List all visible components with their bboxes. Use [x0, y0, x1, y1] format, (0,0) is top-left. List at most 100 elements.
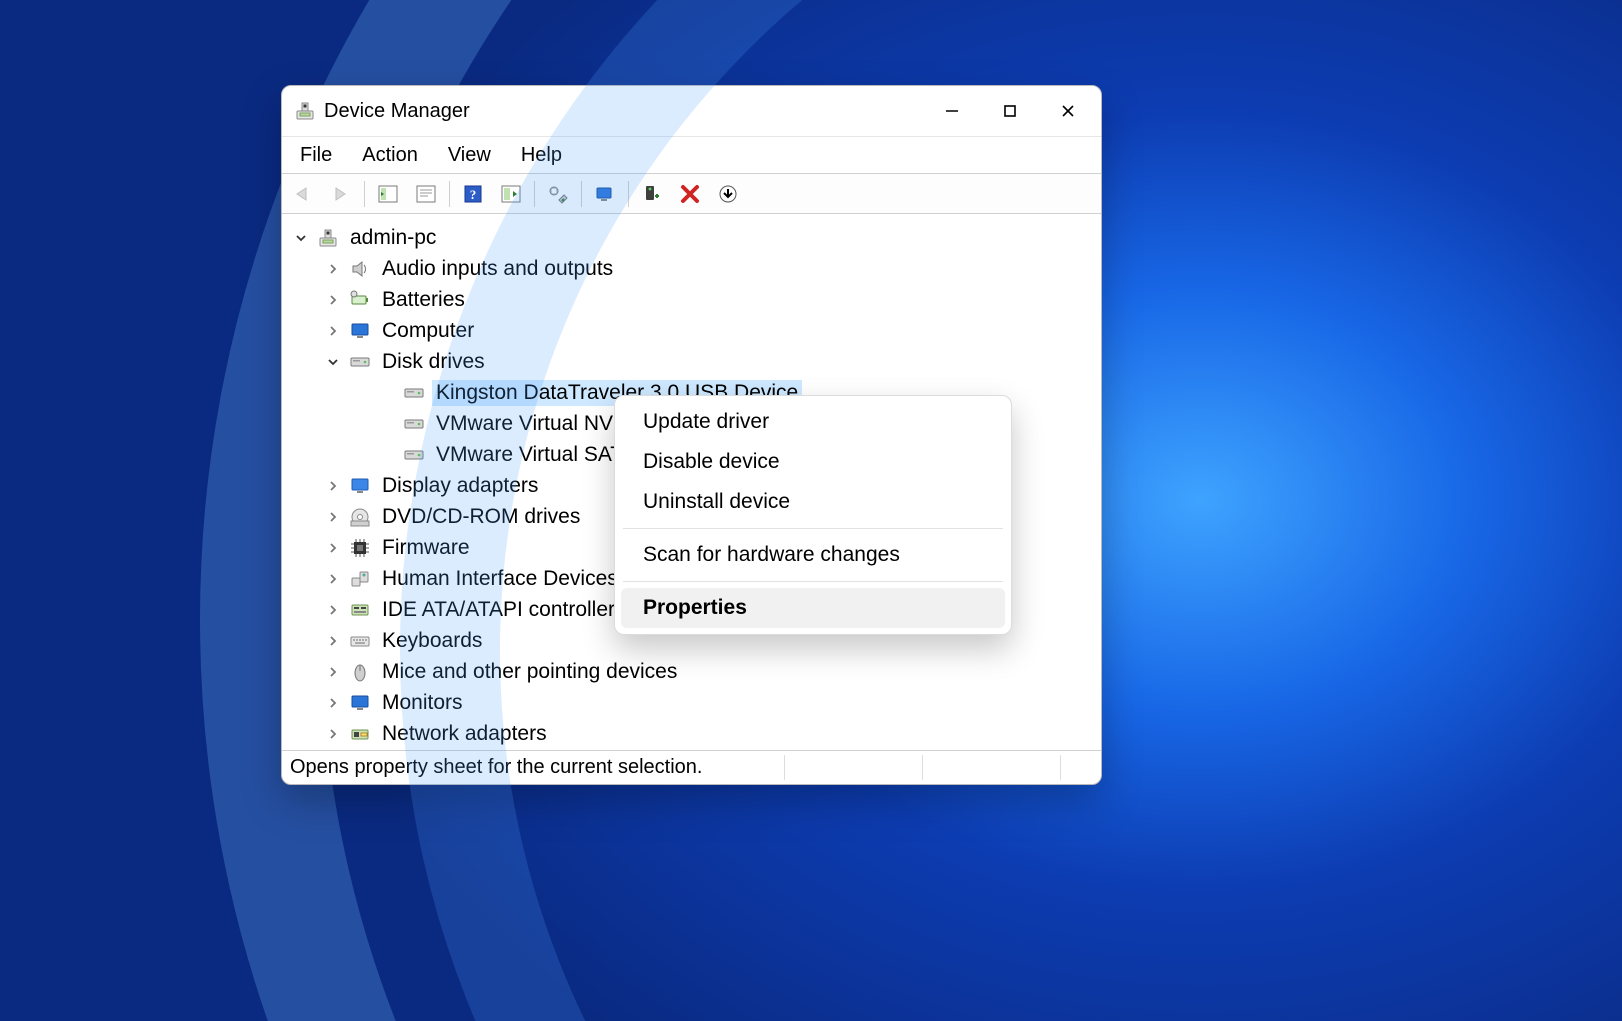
tree-node-label: Kingston DataTraveler 3.0 USB Device — [432, 380, 802, 406]
tree-node-label: VMware Virtual SATA Hard Drive — [432, 442, 745, 468]
tree-node-audio-inputs-and-outputs[interactable]: Audio inputs and outputs — [282, 253, 1101, 284]
context-menu-scan-for-hardware-changes[interactable]: Scan for hardware changes — [621, 535, 1005, 575]
minimize-button[interactable] — [923, 89, 981, 133]
context-menu-update-driver[interactable]: Update driver — [621, 402, 1005, 442]
tree-node-vmware-virtual-sata-hard-drive[interactable]: VMware Virtual SATA Hard Drive — [282, 439, 1101, 470]
tree-node-label: Firmware — [378, 535, 474, 561]
tree-node-label: Mice and other pointing devices — [378, 659, 681, 685]
toolbar-update-driver-button[interactable] — [494, 179, 528, 209]
tree-node-label: Monitors — [378, 690, 467, 716]
menu-help[interactable]: Help — [517, 140, 566, 171]
disk-icon — [402, 381, 426, 405]
tree-node-computer[interactable]: Computer — [282, 315, 1101, 346]
tree-node-mice-and-other-pointing-devices[interactable]: Mice and other pointing devices — [282, 656, 1101, 687]
statusbar: Opens property sheet for the current sel… — [282, 750, 1101, 784]
expander-placeholder — [378, 446, 396, 464]
collapse-icon[interactable] — [324, 353, 342, 371]
expand-icon[interactable] — [324, 632, 342, 650]
tree-node-batteries[interactable]: Batteries — [282, 284, 1101, 315]
context-menu-separator — [623, 528, 1003, 529]
titlebar[interactable]: Device Manager — [282, 86, 1101, 136]
toolbar-properties-button[interactable] — [409, 179, 443, 209]
tree-node-label: Audio inputs and outputs — [378, 256, 617, 282]
toolbar-more-button[interactable] — [711, 179, 745, 209]
keyboard-icon — [348, 629, 372, 653]
tree-node-label: Human Interface Devices — [378, 566, 622, 592]
menubar: File Action View Help — [282, 136, 1101, 174]
expand-icon[interactable] — [324, 291, 342, 309]
statusbar-text: Opens property sheet for the current sel… — [290, 756, 702, 779]
tree-node-label: VMware Virtual NVMe Disk — [432, 411, 693, 437]
device-tree[interactable]: admin-pc Audio inputs and outputs Batter… — [282, 214, 1101, 750]
chip-icon — [348, 536, 372, 560]
toolbar-remove-button[interactable] — [673, 179, 707, 209]
menu-action[interactable]: Action — [358, 140, 422, 171]
maximize-button[interactable] — [981, 89, 1039, 133]
tree-node-kingston-datatraveler-3-0-usb-device[interactable]: Kingston DataTraveler 3.0 USB Device — [282, 377, 1101, 408]
close-button[interactable] — [1039, 89, 1097, 133]
speaker-icon — [348, 257, 372, 281]
menu-file[interactable]: File — [296, 140, 336, 171]
tree-node-vmware-virtual-nvme-disk[interactable]: VMware Virtual NVMe Disk — [282, 408, 1101, 439]
context-menu-properties[interactable]: Properties — [621, 588, 1005, 628]
tree-node-dvd-cd-rom-drives[interactable]: DVD/CD-ROM drives — [282, 501, 1101, 532]
toolbar-back-button[interactable] — [286, 179, 320, 209]
disk-icon — [402, 443, 426, 467]
tree-node-label: Computer — [378, 318, 478, 344]
tree-node-keyboards[interactable]: Keyboards — [282, 625, 1101, 656]
expand-icon[interactable] — [324, 322, 342, 340]
context-menu-separator — [623, 581, 1003, 582]
nic-icon — [348, 722, 372, 746]
toolbar-show-tree-button[interactable] — [371, 179, 405, 209]
tree-node-network-adapters[interactable]: Network adapters — [282, 718, 1101, 749]
tree-node-ide-ata-atapi-controllers[interactable]: IDE ATA/ATAPI controllers — [282, 594, 1101, 625]
tree-node-disk-drives[interactable]: Disk drives — [282, 346, 1101, 377]
mouse-icon — [348, 660, 372, 684]
monitor-icon — [348, 319, 372, 343]
tree-node-firmware[interactable]: Firmware — [282, 532, 1101, 563]
tree-node-label: IDE ATA/ATAPI controllers — [378, 597, 630, 623]
tree-node-root[interactable]: admin-pc — [282, 222, 1101, 253]
tree-node-human-interface-devices[interactable]: Human Interface Devices — [282, 563, 1101, 594]
tree-node-label: DVD/CD-ROM drives — [378, 504, 584, 530]
expand-icon[interactable] — [324, 725, 342, 743]
ide-icon — [348, 598, 372, 622]
collapse-icon[interactable] — [292, 229, 310, 247]
expand-icon[interactable] — [324, 694, 342, 712]
menu-view[interactable]: View — [444, 140, 495, 171]
expand-icon[interactable] — [324, 477, 342, 495]
monitor-icon — [348, 691, 372, 715]
context-menu-disable-device[interactable]: Disable device — [621, 442, 1005, 482]
toolbar-separator — [628, 181, 629, 207]
expand-icon[interactable] — [324, 570, 342, 588]
battery-icon — [348, 288, 372, 312]
context-menu: Update driverDisable deviceUninstall dev… — [614, 395, 1012, 635]
expand-icon[interactable] — [324, 260, 342, 278]
toolbar-help-button[interactable]: ? — [456, 179, 490, 209]
toolbar-separator — [449, 181, 450, 207]
tree-node-label: Keyboards — [378, 628, 486, 654]
expand-icon[interactable] — [324, 508, 342, 526]
toolbar-forward-button[interactable] — [324, 179, 358, 209]
expand-icon[interactable] — [324, 663, 342, 681]
tree-node-display-adapters[interactable]: Display adapters — [282, 470, 1101, 501]
expander-placeholder — [378, 384, 396, 402]
toolbar-scan-button[interactable] — [588, 179, 622, 209]
display-icon — [348, 474, 372, 498]
tree-area: admin-pc Audio inputs and outputs Batter… — [282, 214, 1101, 750]
toolbar-uninstall-button[interactable] — [541, 179, 575, 209]
context-menu-uninstall-device[interactable]: Uninstall device — [621, 482, 1005, 522]
device-manager-window: Device Manager File Action View Help — [281, 85, 1102, 785]
expand-icon[interactable] — [324, 539, 342, 557]
tree-node-monitors[interactable]: Monitors — [282, 687, 1101, 718]
computer-icon — [316, 226, 340, 250]
tree-node-label: Batteries — [378, 287, 469, 313]
disk-icon — [402, 412, 426, 436]
tree-node-label: admin-pc — [346, 225, 440, 251]
toolbar-separator — [364, 181, 365, 207]
toolbar-add-legacy-button[interactable] — [635, 179, 669, 209]
tree-node-label: Display adapters — [378, 473, 542, 499]
toolbar: ? — [282, 174, 1101, 214]
expand-icon[interactable] — [324, 601, 342, 619]
app-icon — [294, 100, 316, 122]
